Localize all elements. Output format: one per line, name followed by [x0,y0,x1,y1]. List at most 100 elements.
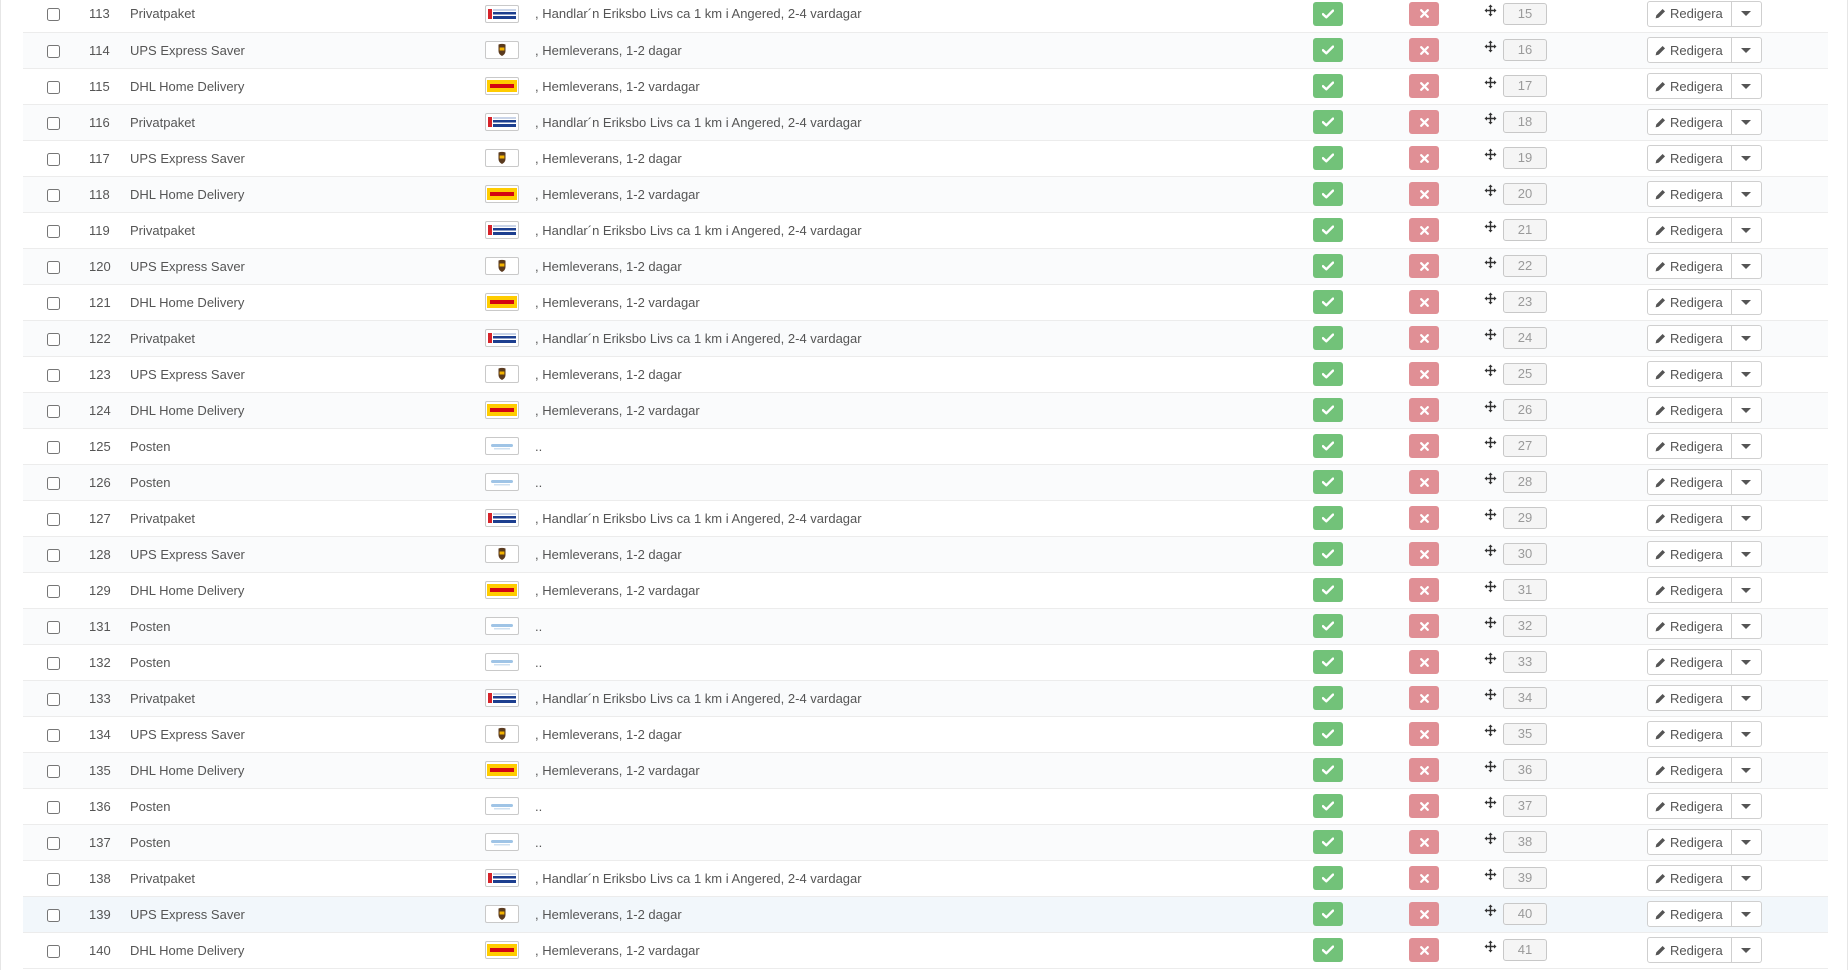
actions-dropdown-toggle[interactable] [1731,649,1762,675]
actions-dropdown-toggle[interactable] [1731,397,1762,423]
actions-dropdown-toggle[interactable] [1731,433,1762,459]
row-select-checkbox[interactable] [47,620,60,634]
edit-button[interactable]: Redigera [1647,109,1732,135]
edit-button[interactable]: Redigera [1647,469,1732,495]
free-shipping-status-button[interactable] [1409,254,1439,278]
edit-button[interactable]: Redigera [1647,145,1732,171]
edit-button[interactable]: Redigera [1647,0,1732,27]
free-shipping-status-button[interactable] [1409,578,1439,602]
row-select-checkbox[interactable] [47,116,60,130]
enabled-status-button[interactable] [1313,614,1343,638]
enabled-status-button[interactable] [1313,254,1343,278]
edit-button[interactable]: Redigera [1647,505,1732,531]
row-select-checkbox[interactable] [47,800,60,814]
free-shipping-status-button[interactable] [1409,650,1439,674]
enabled-status-button[interactable] [1313,866,1343,890]
drag-handle-icon[interactable] [1483,544,1497,562]
enabled-status-button[interactable] [1313,146,1343,170]
row-select-checkbox[interactable] [47,476,60,490]
drag-handle-icon[interactable] [1483,400,1497,418]
enabled-status-button[interactable] [1313,434,1343,458]
drag-handle-icon[interactable] [1483,472,1497,490]
enabled-status-button[interactable] [1313,650,1343,674]
drag-handle-icon[interactable] [1483,112,1497,130]
drag-handle-icon[interactable] [1483,580,1497,598]
row-select-checkbox[interactable] [47,332,60,346]
edit-button[interactable]: Redigera [1647,937,1732,963]
row-select-checkbox[interactable] [47,584,60,598]
actions-dropdown-toggle[interactable] [1731,253,1762,279]
free-shipping-status-button[interactable] [1409,686,1439,710]
drag-handle-icon[interactable] [1483,76,1497,94]
drag-handle-icon[interactable] [1483,760,1497,778]
free-shipping-status-button[interactable] [1409,326,1439,350]
row-select-checkbox[interactable] [47,872,60,886]
enabled-status-button[interactable] [1313,470,1343,494]
drag-handle-icon[interactable] [1483,364,1497,382]
enabled-status-button[interactable] [1313,290,1343,314]
actions-dropdown-toggle[interactable] [1731,37,1762,63]
enabled-status-button[interactable] [1313,1,1343,26]
actions-dropdown-toggle[interactable] [1731,685,1762,711]
row-select-checkbox[interactable] [47,44,60,58]
enabled-status-button[interactable] [1313,326,1343,350]
row-select-checkbox[interactable] [47,8,60,22]
actions-dropdown-toggle[interactable] [1731,505,1762,531]
actions-dropdown-toggle[interactable] [1731,793,1762,819]
edit-button[interactable]: Redigera [1647,37,1732,63]
free-shipping-status-button[interactable] [1409,434,1439,458]
row-select-checkbox[interactable] [47,512,60,526]
free-shipping-status-button[interactable] [1409,470,1439,494]
row-select-checkbox[interactable] [47,764,60,778]
enabled-status-button[interactable] [1313,110,1343,134]
enabled-status-button[interactable] [1313,938,1343,962]
actions-dropdown-toggle[interactable] [1731,865,1762,891]
free-shipping-status-button[interactable] [1409,74,1439,98]
edit-button[interactable]: Redigera [1647,685,1732,711]
row-select-checkbox[interactable] [47,224,60,238]
actions-dropdown-toggle[interactable] [1731,541,1762,567]
enabled-status-button[interactable] [1313,74,1343,98]
edit-button[interactable]: Redigera [1647,901,1732,927]
drag-handle-icon[interactable] [1483,436,1497,454]
enabled-status-button[interactable] [1313,830,1343,854]
drag-handle-icon[interactable] [1483,688,1497,706]
edit-button[interactable]: Redigera [1647,433,1732,459]
free-shipping-status-button[interactable] [1409,902,1439,926]
free-shipping-status-button[interactable] [1409,38,1439,62]
drag-handle-icon[interactable] [1483,40,1497,58]
edit-button[interactable]: Redigera [1647,577,1732,603]
actions-dropdown-toggle[interactable] [1731,577,1762,603]
free-shipping-status-button[interactable] [1409,830,1439,854]
enabled-status-button[interactable] [1313,902,1343,926]
drag-handle-icon[interactable] [1483,508,1497,526]
edit-button[interactable]: Redigera [1647,73,1732,99]
free-shipping-status-button[interactable] [1409,218,1439,242]
free-shipping-status-button[interactable] [1409,110,1439,134]
enabled-status-button[interactable] [1313,542,1343,566]
free-shipping-status-button[interactable] [1409,542,1439,566]
row-select-checkbox[interactable] [47,440,60,454]
edit-button[interactable]: Redigera [1647,397,1732,423]
drag-handle-icon[interactable] [1483,724,1497,742]
actions-dropdown-toggle[interactable] [1731,0,1762,27]
edit-button[interactable]: Redigera [1647,217,1732,243]
enabled-status-button[interactable] [1313,362,1343,386]
edit-button[interactable]: Redigera [1647,721,1732,747]
row-select-checkbox[interactable] [47,728,60,742]
actions-dropdown-toggle[interactable] [1731,217,1762,243]
free-shipping-status-button[interactable] [1409,290,1439,314]
actions-dropdown-toggle[interactable] [1731,181,1762,207]
free-shipping-status-button[interactable] [1409,866,1439,890]
enabled-status-button[interactable] [1313,578,1343,602]
row-select-checkbox[interactable] [47,836,60,850]
actions-dropdown-toggle[interactable] [1731,145,1762,171]
free-shipping-status-button[interactable] [1409,182,1439,206]
row-select-checkbox[interactable] [47,656,60,670]
actions-dropdown-toggle[interactable] [1731,613,1762,639]
actions-dropdown-toggle[interactable] [1731,721,1762,747]
edit-button[interactable]: Redigera [1647,613,1732,639]
drag-handle-icon[interactable] [1483,328,1497,346]
row-select-checkbox[interactable] [47,404,60,418]
row-select-checkbox[interactable] [47,548,60,562]
